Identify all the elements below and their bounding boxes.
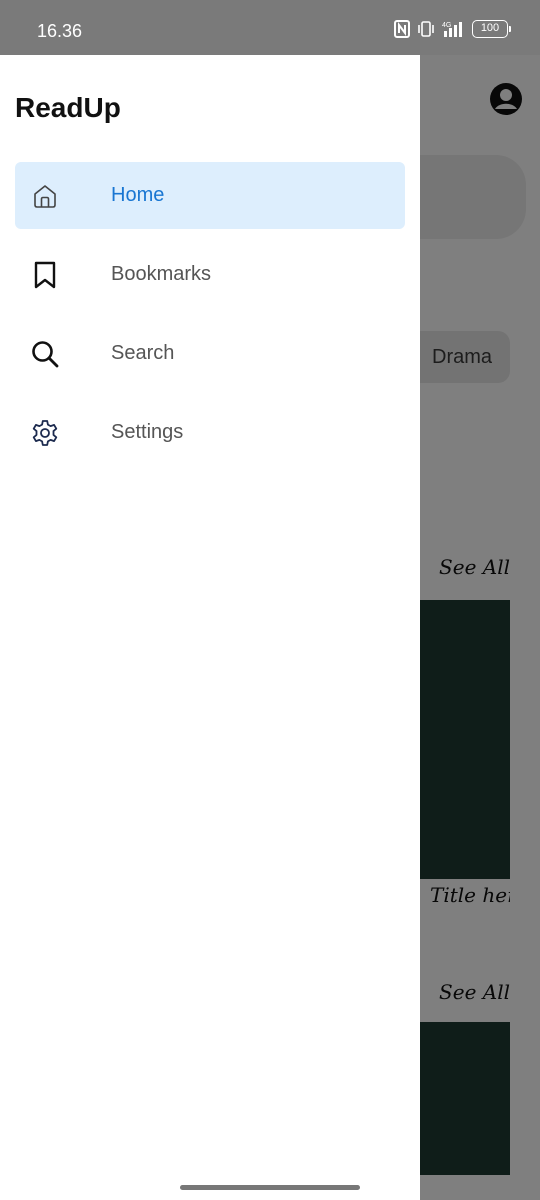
nav-item-home[interactable]: Home xyxy=(15,162,405,229)
app-title: ReadUp xyxy=(15,92,121,123)
nav-item-settings[interactable]: Settings xyxy=(15,399,405,466)
gesture-home-bar[interactable] xyxy=(180,1185,360,1190)
nav-label-search: Search xyxy=(111,342,175,364)
status-time: 16.36 xyxy=(37,21,83,41)
navigation-drawer: ReadUp Home Bookmarks Search Settings xyxy=(0,55,420,1200)
search-icon xyxy=(30,339,60,369)
vibrate-icon xyxy=(418,21,434,37)
drawer-nav: Home Bookmarks Search Settings xyxy=(15,162,405,478)
nav-label-bookmarks: Bookmarks xyxy=(111,263,212,285)
nav-label-home: Home xyxy=(111,184,165,206)
nav-item-search[interactable]: Search xyxy=(15,320,405,387)
svg-text:4G: 4G xyxy=(442,22,451,29)
nav-label-settings: Settings xyxy=(111,421,184,443)
nav-item-bookmarks[interactable]: Bookmarks xyxy=(15,241,405,308)
battery-icon: 100 xyxy=(472,20,511,38)
gear-icon xyxy=(30,418,60,448)
home-icon xyxy=(30,181,60,211)
nfc-icon xyxy=(394,20,410,38)
bookmark-icon xyxy=(30,260,60,290)
signal-icon: 4G xyxy=(442,20,464,38)
status-bar: 16.36 4G 100 xyxy=(0,0,540,55)
